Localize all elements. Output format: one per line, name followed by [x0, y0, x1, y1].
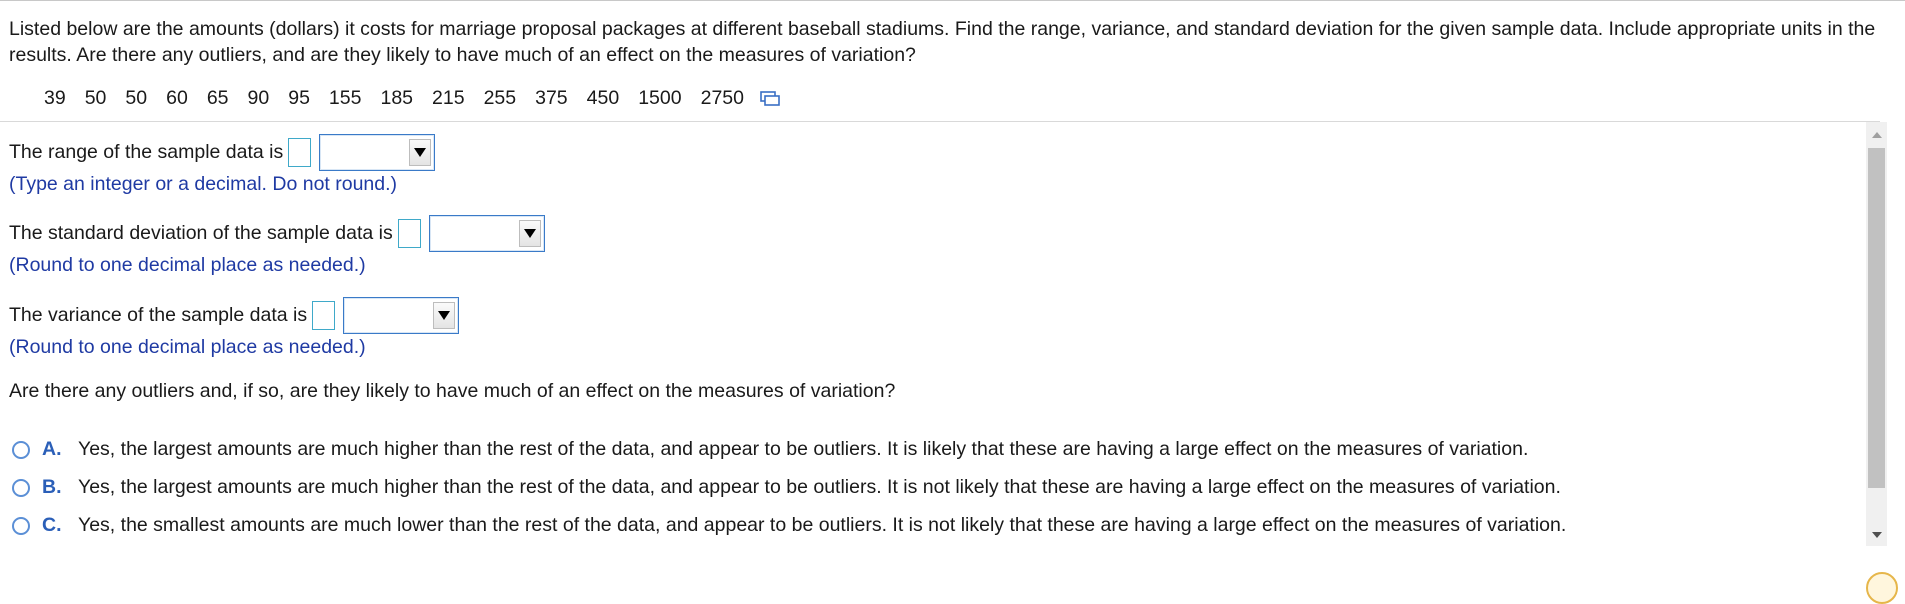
scroll-up-arrow-icon[interactable] — [1868, 126, 1885, 144]
question-text: Listed below are the amounts (dollars) i… — [9, 18, 1876, 66]
choice-text[interactable]: Yes, the smallest amounts are much lower… — [78, 514, 1566, 537]
data-value: 1500 — [638, 86, 682, 109]
top-border — [0, 0, 1905, 1]
data-value: 95 — [288, 86, 310, 109]
choice-letter: A. — [42, 438, 62, 460]
scrollbar-thumb[interactable] — [1868, 148, 1885, 488]
data-value: 50 — [84, 86, 107, 109]
variance-input[interactable] — [312, 300, 336, 330]
sd-question: The standard deviation of the sample dat… — [9, 214, 545, 277]
choice-c[interactable]: C. Yes, the smallest amounts are much lo… — [12, 514, 1566, 537]
choice-text[interactable]: Yes, the largest amounts are much higher… — [78, 438, 1528, 461]
range-unit-dropdown[interactable] — [319, 133, 436, 171]
choice-b[interactable]: B. Yes, the largest amounts are much hig… — [12, 476, 1561, 499]
section-divider — [0, 121, 1880, 122]
choice-letter: C. — [42, 514, 62, 536]
variance-hint: (Round to one decimal place as needed.) — [9, 336, 366, 358]
data-value: 155 — [328, 86, 362, 109]
range-question: The range of the sample data is (Type an… — [9, 133, 436, 196]
chevron-down-icon[interactable] — [518, 219, 541, 247]
choice-a[interactable]: A. Yes, the largest amounts are much hig… — [12, 438, 1528, 461]
copy-data-icon[interactable] — [760, 89, 780, 107]
sd-input[interactable] — [397, 218, 421, 248]
data-value: 90 — [247, 86, 270, 109]
data-value: 39 — [44, 86, 66, 109]
scroll-down-arrow-icon[interactable] — [1868, 526, 1885, 544]
chevron-down-icon[interactable] — [409, 138, 432, 166]
data-value: 60 — [166, 86, 188, 109]
help-badge-icon[interactable] — [1866, 572, 1898, 604]
data-value: 255 — [483, 86, 517, 109]
radio-button[interactable] — [12, 478, 30, 497]
chevron-down-icon[interactable] — [433, 301, 456, 329]
data-value: 2750 — [700, 86, 744, 109]
radio-button[interactable] — [12, 440, 30, 459]
data-value: 50 — [125, 86, 148, 109]
sd-unit-dropdown[interactable] — [428, 214, 545, 252]
sd-hint: (Round to one decimal place as needed.) — [9, 254, 366, 276]
range-input[interactable] — [288, 137, 312, 167]
data-values-row: 39 50 50 60 65 90 95 155 185 215 255 375… — [44, 86, 780, 110]
radio-button[interactable] — [12, 516, 30, 535]
range-hint: (Type an integer or a decimal. Do not ro… — [9, 173, 398, 195]
data-value: 450 — [586, 86, 620, 109]
variance-unit-dropdown[interactable] — [343, 296, 460, 334]
variance-prompt: The variance of the sample data is — [9, 303, 308, 326]
outlier-question: Are there any outliers and, if so, are t… — [9, 380, 896, 402]
range-prompt: The range of the sample data is — [9, 140, 284, 163]
choice-letter: B. — [42, 476, 62, 498]
data-value: 215 — [432, 86, 465, 109]
variance-question: The variance of the sample data is (Roun… — [9, 296, 460, 359]
data-value: 185 — [380, 86, 414, 109]
data-value: 375 — [535, 86, 568, 109]
sd-prompt: The standard deviation of the sample dat… — [9, 221, 393, 244]
data-value: 65 — [206, 86, 229, 109]
choice-text[interactable]: Yes, the largest amounts are much higher… — [78, 476, 1561, 499]
